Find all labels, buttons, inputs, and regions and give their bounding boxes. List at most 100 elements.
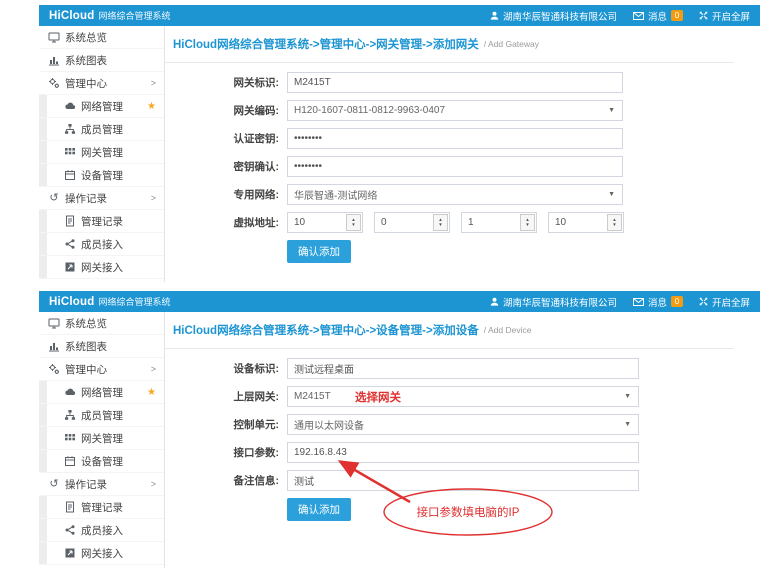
gears-icon: [47, 77, 61, 89]
fullscreen-button[interactable]: 开启全屏: [699, 9, 750, 23]
interface-params-input[interactable]: [287, 442, 639, 463]
gears-icon: [47, 363, 61, 375]
chevron-right-icon: >: [151, 78, 156, 88]
parent-gateway-select[interactable]: M2415T ▼: [287, 386, 639, 407]
envelope-icon: [633, 298, 644, 306]
sidebar-item-system-overview[interactable]: 系统总览: [39, 26, 164, 49]
fullscreen-label: 开启全屏: [712, 9, 750, 23]
confirm-add-button[interactable]: 确认添加: [287, 498, 351, 521]
octet-4-stepper[interactable]: 10 ▲▼: [548, 212, 624, 233]
control-unit-value: 通用以太网设备: [294, 417, 364, 432]
sidebar-item-label: 成员管理: [81, 122, 123, 137]
control-unit-label: 控制单元:: [225, 417, 279, 432]
cloud-icon: [63, 100, 77, 112]
gateway-id-input[interactable]: [287, 72, 623, 93]
octet-2-stepper[interactable]: 0 ▲▼: [374, 212, 450, 233]
remark-input[interactable]: [287, 470, 639, 491]
chevron-down-icon: ▼: [624, 421, 631, 428]
brand-suffix: 网络综合管理系统: [98, 9, 170, 22]
sidebar-item-device-management[interactable]: 设备管理: [39, 450, 164, 473]
messages-button[interactable]: 消息 0: [633, 295, 683, 309]
messages-label: 消息: [648, 9, 667, 23]
sidebar-item-system-charts[interactable]: 系统图表: [39, 49, 164, 72]
sidebar-item-label: 网关管理: [81, 431, 123, 446]
chevron-down-icon: ▼: [608, 191, 615, 198]
sidebar-item-management-records[interactable]: 管理记录: [39, 496, 164, 519]
chevron-down-icon: ▼: [608, 107, 615, 114]
grid-icon: [63, 146, 77, 158]
messages-button[interactable]: 消息 0: [633, 9, 683, 23]
sidebar-item-member-management[interactable]: 成员管理: [39, 404, 164, 427]
select-gateway-annotation: 选择网关: [355, 389, 401, 405]
stepper-arrows-icon[interactable]: ▲▼: [433, 214, 448, 231]
sidebar-item-member-access[interactable]: 成员接入: [39, 233, 164, 256]
chevron-right-icon: >: [151, 193, 156, 203]
stepper-arrows-icon[interactable]: ▲▼: [607, 214, 622, 231]
share-icon: [63, 524, 77, 536]
sidebar-item-label: 设备管理: [81, 168, 123, 183]
user-icon: [490, 11, 499, 20]
top-header: HiCloud 网络综合管理系统 湖南华辰智通科技有限公司 消息 0: [39, 291, 760, 312]
fullscreen-button[interactable]: 开启全屏: [699, 295, 750, 309]
sidebar-item-gateway-management[interactable]: 网关管理: [39, 427, 164, 450]
virtual-address-label: 虚拟地址:: [225, 215, 279, 230]
sidebar-item-management-center[interactable]: 管理中心 >: [39, 358, 164, 381]
stepper-arrows-icon[interactable]: ▲▼: [520, 214, 535, 231]
key-confirm-input[interactable]: [287, 156, 623, 177]
sidebar-item-label: 系统总览: [65, 30, 107, 45]
company-menu[interactable]: 湖南华辰智通科技有限公司: [490, 295, 617, 309]
chevron-down-icon: ▼: [624, 393, 631, 400]
top-header: HiCloud 网络综合管理系统 湖南华辰智通科技有限公司 消息 0: [39, 5, 760, 26]
sidebar-item-system-overview[interactable]: 系统总览: [39, 312, 164, 335]
control-unit-select[interactable]: 通用以太网设备 ▼: [287, 414, 639, 435]
envelope-icon: [633, 12, 644, 20]
remark-label: 备注信息:: [225, 473, 279, 488]
sidebar-item-operation-log[interactable]: ↺ 操作记录 >: [39, 473, 164, 496]
auth-key-input[interactable]: [287, 128, 623, 149]
sitemap-icon: [63, 409, 77, 421]
sidebar-item-label: 操作记录: [65, 477, 107, 492]
octet-2-value: 0: [381, 217, 387, 228]
confirm-add-button[interactable]: 确认添加: [287, 240, 351, 263]
sidebar-item-management-records[interactable]: 管理记录: [39, 210, 164, 233]
private-network-label: 专用网络:: [225, 187, 279, 202]
sidebar-item-network-management[interactable]: 网络管理 ★: [39, 95, 164, 118]
sidebar-item-gateway-management[interactable]: 网关管理: [39, 141, 164, 164]
sidebar-item-system-charts[interactable]: 系统图表: [39, 335, 164, 358]
brand-suffix: 网络综合管理系统: [98, 295, 170, 308]
interface-params-label: 接口参数:: [225, 445, 279, 460]
gateway-in-icon: [63, 261, 77, 273]
octet-1-value: 10: [294, 217, 305, 228]
sidebar-item-operation-log[interactable]: ↺ 操作记录 >: [39, 187, 164, 210]
sidebar-item-network-management[interactable]: 网络管理 ★: [39, 381, 164, 404]
star-icon[interactable]: ★: [147, 101, 156, 112]
sidebar-item-management-center[interactable]: 管理中心 >: [39, 72, 164, 95]
virtual-address-group: 10 ▲▼ 0 ▲▼ 1 ▲▼: [287, 212, 624, 233]
gateway-code-value: H120-1607-0811-0812-9963-0407: [294, 105, 445, 116]
star-icon[interactable]: ★: [147, 387, 156, 398]
sidebar-item-label: 系统图表: [65, 53, 107, 68]
breadcrumb-path: HiCloud网络综合管理系统->管理中心->设备管理->添加设备: [173, 322, 479, 338]
sidebar-item-gateway-access[interactable]: 网关接入: [39, 256, 164, 279]
octet-1-stepper[interactable]: 10 ▲▼: [287, 212, 363, 233]
private-network-select[interactable]: 华辰智通-测试网络 ▼: [287, 184, 623, 205]
sidebar-item-label: 成员管理: [81, 408, 123, 423]
sidebar-item-member-access[interactable]: 成员接入: [39, 519, 164, 542]
panel-add-gateway: HiCloud 网络综合管理系统 湖南华辰智通科技有限公司 消息 0: [39, 5, 760, 282]
sidebar-item-label: 网络管理: [81, 99, 123, 114]
stepper-arrows-icon[interactable]: ▲▼: [346, 214, 361, 231]
sidebar-item-device-management[interactable]: 设备管理: [39, 164, 164, 187]
sidebar: 系统总览 系统图表 管理中心 > 网络管理 ★: [39, 26, 165, 282]
octet-3-stepper[interactable]: 1 ▲▼: [461, 212, 537, 233]
sitemap-icon: [63, 123, 77, 135]
sidebar-item-member-management[interactable]: 成员管理: [39, 118, 164, 141]
device-id-input[interactable]: [287, 358, 639, 379]
history-icon: ↺: [47, 193, 61, 204]
sidebar-item-label: 成员接入: [81, 523, 123, 538]
chart-icon: [47, 340, 61, 352]
breadcrumb-suffix: / Add Device: [484, 325, 532, 335]
gateway-code-select[interactable]: H120-1607-0811-0812-9963-0407 ▼: [287, 100, 623, 121]
sidebar-item-gateway-access[interactable]: 网关接入: [39, 542, 164, 565]
company-menu[interactable]: 湖南华辰智通科技有限公司: [490, 9, 617, 23]
sidebar-item-label: 管理记录: [81, 500, 123, 515]
